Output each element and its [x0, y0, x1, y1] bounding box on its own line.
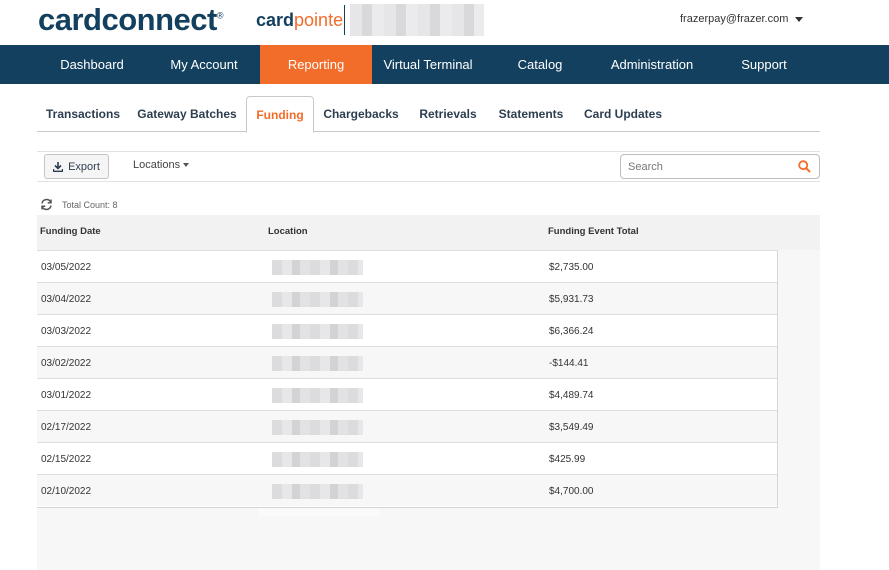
locations-dropdown[interactable]: Locations [133, 159, 190, 171]
funding-date-cell: 02/10/2022 [41, 486, 92, 497]
location-cell-redacted [272, 260, 363, 275]
brand-trademark: ® [216, 10, 224, 21]
funding-date-cell: 03/03/2022 [41, 326, 92, 337]
funding-date-cell: 03/02/2022 [41, 358, 92, 369]
funding-total-cell: $4,700.00 [549, 486, 594, 497]
refresh-icon[interactable] [40, 198, 53, 211]
reporting-tabs: Transactions Gateway Batches Funding Cha… [37, 96, 820, 133]
table-row[interactable]: 02/10/2022 $4,700.00 [37, 474, 777, 506]
tab-gateway-batches[interactable]: Gateway Batches [135, 96, 239, 132]
search-icon[interactable] [798, 160, 811, 173]
location-cell-redacted [272, 420, 363, 435]
cardpointe-logo: cardpointe [256, 10, 343, 31]
nav-catalog[interactable]: Catalog [484, 45, 596, 84]
nav-reporting[interactable]: Reporting [260, 45, 372, 84]
table-row[interactable]: 03/01/2022 $4,489.74 [37, 378, 777, 410]
nav-virtual-terminal[interactable]: Virtual Terminal [372, 45, 484, 84]
funding-date-cell: 02/15/2022 [41, 454, 92, 465]
funding-total-cell: $3,549.49 [549, 422, 594, 433]
brand-name: cardconnect [38, 2, 217, 37]
nav-support[interactable]: Support [708, 45, 820, 84]
user-email: frazerpay@frazer.com [680, 13, 789, 25]
merchant-logo-redacted [350, 4, 484, 36]
tab-chargebacks[interactable]: Chargebacks [322, 96, 400, 132]
column-header-location[interactable]: Location [268, 226, 308, 237]
export-label: Export [68, 160, 100, 173]
location-cell-redacted [272, 356, 363, 371]
tab-retrievals[interactable]: Retrievals [415, 96, 481, 132]
search-box [620, 154, 820, 179]
report-toolbar: Export Locations [37, 151, 820, 182]
nav-my-account[interactable]: My Account [148, 45, 260, 84]
column-header-funding-event-total[interactable]: Funding Event Total [548, 226, 639, 237]
funding-total-cell: $6,366.24 [549, 326, 594, 337]
product-name-card: card [256, 10, 295, 30]
nav-dashboard[interactable]: Dashboard [36, 45, 148, 84]
logo-divider [344, 5, 345, 35]
funding-date-cell: 03/05/2022 [41, 262, 92, 273]
download-icon [53, 161, 64, 172]
tab-funding[interactable]: Funding [246, 96, 314, 133]
location-cell-redacted [272, 484, 363, 499]
locations-label: Locations [133, 159, 181, 171]
funding-total-cell: $5,931.73 [549, 294, 594, 305]
location-cell-redacted [272, 452, 363, 467]
table-header: Funding Date Location Funding Event Tota… [37, 215, 820, 250]
funding-date-cell: 03/01/2022 [41, 390, 92, 401]
tab-card-updates[interactable]: Card Updates [582, 96, 664, 132]
funding-table: 03/05/2022 $2,735.00 03/04/2022 $5,931.7… [37, 250, 778, 508]
funding-total-cell: $2,735.00 [549, 262, 594, 273]
main-nav: Dashboard My Account Reporting Virtual T… [0, 45, 889, 84]
export-button[interactable]: Export [44, 154, 109, 179]
funding-date-cell: 03/04/2022 [41, 294, 92, 305]
column-header-funding-date[interactable]: Funding Date [40, 226, 101, 237]
tab-transactions[interactable]: Transactions [43, 96, 123, 132]
total-count-row: Total Count: 8 [40, 198, 118, 211]
nav-administration[interactable]: Administration [596, 45, 708, 84]
funding-total-cell: $425.99 [549, 454, 586, 465]
funding-total-cell: -$144.41 [549, 358, 589, 369]
table-row[interactable]: 03/04/2022 $5,931.73 [37, 282, 777, 314]
location-cell-redacted [272, 324, 363, 339]
table-row[interactable]: 03/05/2022 $2,735.00 [37, 250, 777, 282]
location-cell-redacted [272, 292, 363, 307]
caret-down-icon [183, 163, 190, 167]
table-row[interactable]: 02/17/2022 $3,549.49 [37, 410, 777, 442]
search-input[interactable] [628, 159, 788, 175]
product-name-pointe: pointe [294, 10, 344, 30]
table-row[interactable]: 03/02/2022 -$144.41 [37, 346, 777, 378]
table-row[interactable]: 02/15/2022 $425.99 [37, 442, 777, 474]
header: cardconnect® cardpointe frazerpay@frazer… [0, 0, 889, 45]
total-count: Total Count: 8 [62, 199, 118, 210]
user-menu[interactable]: frazerpay@frazer.com [680, 13, 804, 25]
caret-down-icon [795, 16, 804, 22]
funding-total-cell: $4,489.74 [549, 390, 594, 401]
location-cell-redacted [272, 388, 363, 403]
tab-statements[interactable]: Statements [495, 96, 567, 132]
table-row[interactable]: 03/03/2022 $6,366.24 [37, 314, 777, 346]
funding-date-cell: 02/17/2022 [41, 422, 92, 433]
cardconnect-logo[interactable]: cardconnect® [38, 2, 223, 38]
